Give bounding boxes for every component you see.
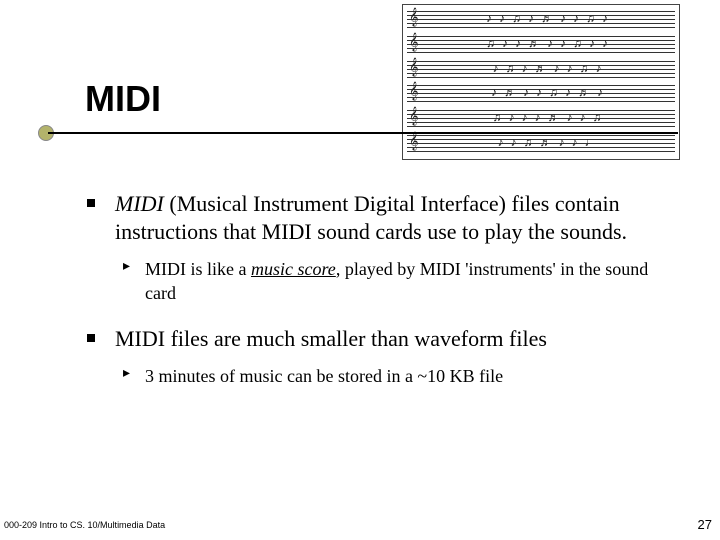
- staff-row: 𝄞 ♪ ♬ ♪ ♪ ♫ ♪ ♬ ♪: [407, 85, 675, 103]
- sheet-music-image: 𝄞 ♪ ♪ ♫ ♪ ♬ ♪ ♪ ♫ ♪ 𝄞 ♫ ♪ ♪ ♬ ♪ ♪ ♫ ♪ ♪ …: [402, 4, 680, 160]
- bullet-text: MIDI files are much smaller than wavefor…: [115, 326, 547, 351]
- footer-course-info: 000-209 Intro to CS. 10/Multimedia Data: [4, 520, 165, 530]
- slide-title: MIDI: [85, 78, 161, 120]
- bullet-level1: MIDI (Musical Instrument Digital Interfa…: [115, 190, 675, 246]
- slide-body: MIDI (Musical Instrument Digital Interfa…: [115, 190, 675, 409]
- bullet-level1: MIDI files are much smaller than wavefor…: [115, 325, 675, 353]
- staff-row: 𝄞 ♫ ♪ ♪ ♪ ♬ ♪ ♪ ♫: [407, 110, 675, 128]
- music-score-term: music score: [251, 259, 336, 279]
- treble-clef-icon: 𝄞: [409, 83, 418, 101]
- sub-bullet-prefix: MIDI is like a: [145, 259, 251, 279]
- title-underline: [48, 132, 678, 134]
- treble-clef-icon: 𝄞: [409, 133, 418, 151]
- treble-clef-icon: 𝄞: [409, 59, 418, 77]
- sub-bullet-text: 3 minutes of music can be stored in a ~1…: [145, 366, 503, 386]
- bullet-text: (Musical Instrument Digital Interface) f…: [115, 191, 627, 244]
- staff-row: 𝄞 ♪ ♪ ♫ ♬ ♪ ♪ ♩: [407, 135, 675, 153]
- staff-row: 𝄞 ♪ ♪ ♫ ♪ ♬ ♪ ♪ ♫ ♪: [407, 11, 675, 29]
- treble-clef-icon: 𝄞: [409, 108, 418, 126]
- staff-row: 𝄞 ♪ ♫ ♪ ♬ ♪ ♪ ♫ ♪: [407, 61, 675, 79]
- treble-clef-icon: 𝄞: [409, 34, 418, 52]
- slide-number: 27: [698, 517, 712, 532]
- staff-row: 𝄞 ♫ ♪ ♪ ♬ ♪ ♪ ♫ ♪ ♪: [407, 36, 675, 54]
- bullet-level2: 3 minutes of music can be stored in a ~1…: [145, 365, 675, 388]
- bullet-level2: MIDI is like a music score, played by MI…: [145, 258, 675, 305]
- treble-clef-icon: 𝄞: [409, 9, 418, 27]
- midi-term: MIDI: [115, 191, 164, 216]
